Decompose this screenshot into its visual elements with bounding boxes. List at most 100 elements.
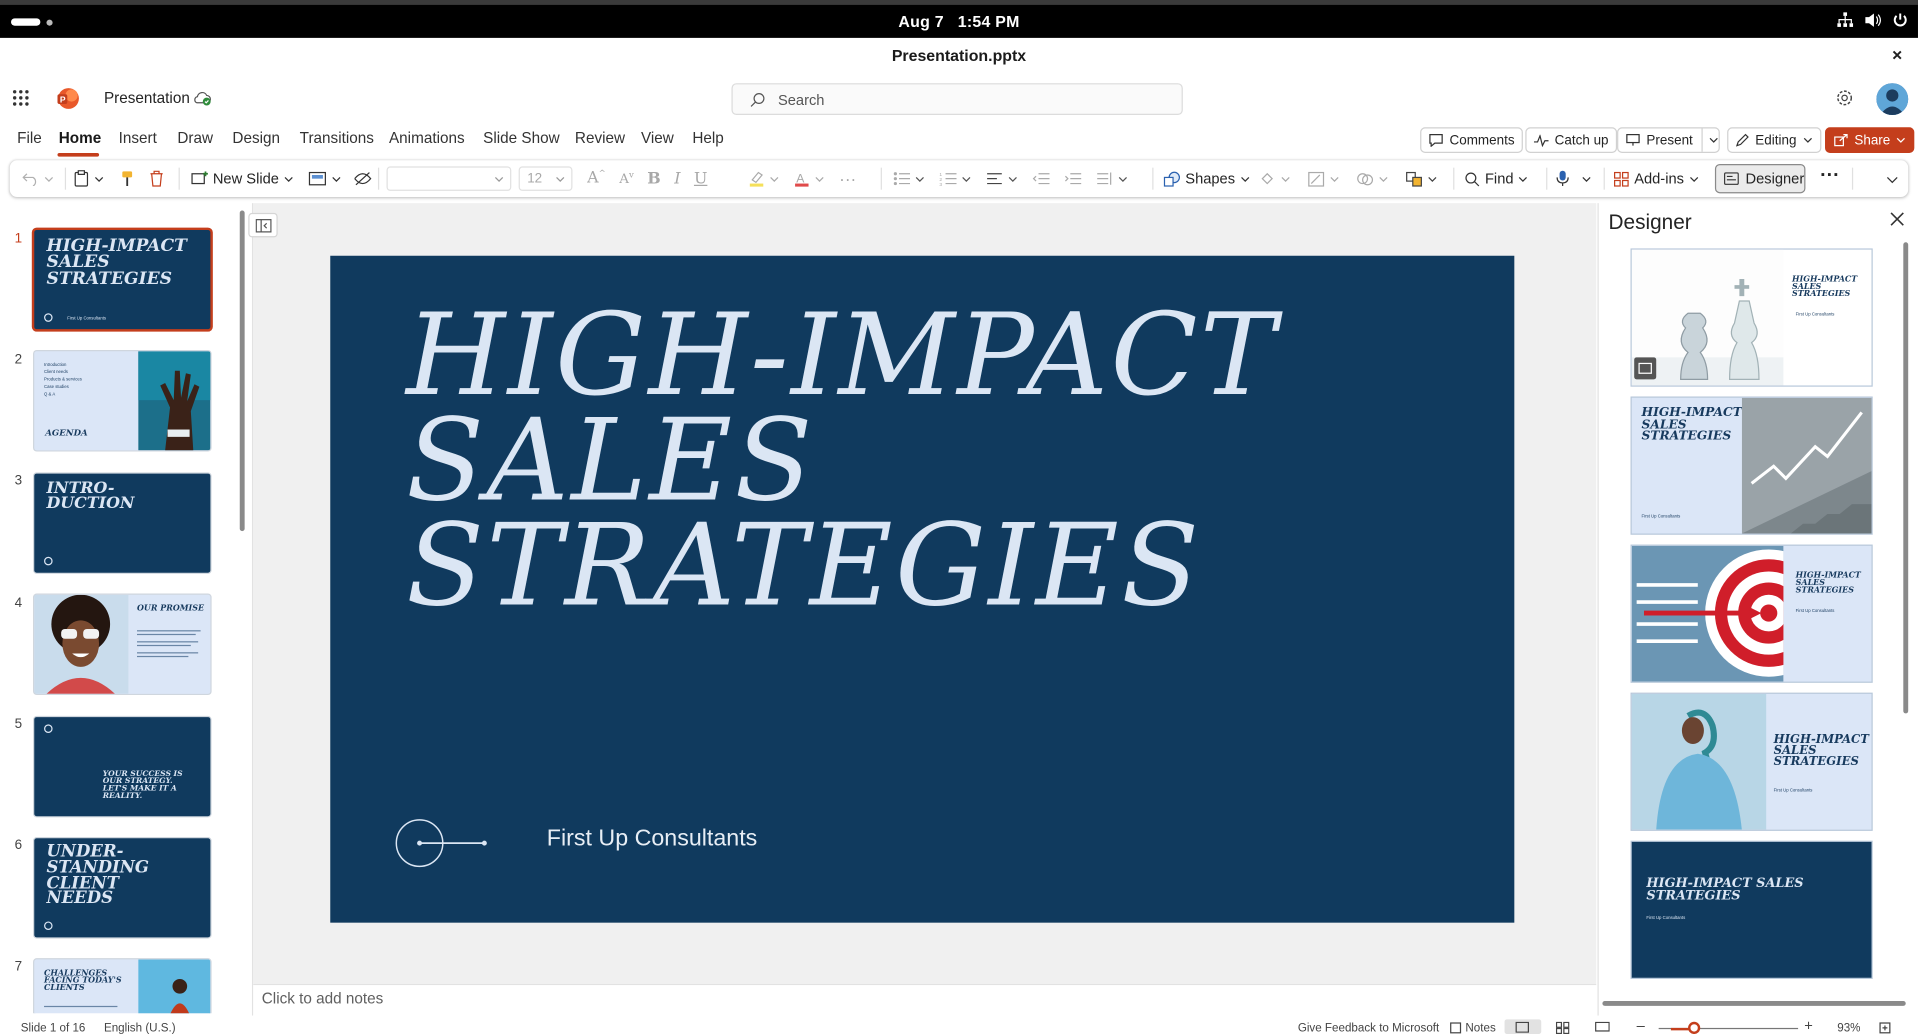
- tab-animations[interactable]: Animations: [389, 130, 465, 147]
- chevron-down-icon[interactable]: [1281, 176, 1291, 182]
- design-option-2[interactable]: HIGH-IMPACT SALES STRATEGIES First Up Co…: [1631, 397, 1872, 534]
- shapes-button[interactable]: Shapes: [1163, 160, 1249, 197]
- editing-mode-button[interactable]: Editing: [1727, 127, 1821, 153]
- zoom-in-icon[interactable]: +: [1804, 1017, 1813, 1034]
- designer-scrollbar[interactable]: [1903, 242, 1909, 714]
- settings-gear-icon[interactable]: [1835, 88, 1855, 108]
- horizontal-scrollbar[interactable]: [1602, 1000, 1906, 1006]
- italic-icon[interactable]: I: [674, 169, 680, 187]
- present-button[interactable]: Present: [1617, 127, 1720, 153]
- user-avatar[interactable]: [1876, 83, 1909, 116]
- tab-design[interactable]: Design: [232, 130, 280, 147]
- zoom-out-icon[interactable]: –: [1637, 1017, 1645, 1034]
- slide-thumbnail-5[interactable]: YOUR SUCCESS IS OUR STRATEGY. LET'S MAKE…: [34, 717, 211, 817]
- font-name-select[interactable]: [386, 166, 512, 191]
- slide-thumbnail-6[interactable]: UNDER-STANDING CLIENT NEEDS: [34, 838, 211, 938]
- cloud-saved-icon[interactable]: [192, 89, 212, 106]
- tab-slide-show[interactable]: Slide Show: [483, 130, 560, 147]
- more-options-icon[interactable]: ···: [1820, 165, 1840, 187]
- app-launcher-icon[interactable]: [12, 89, 29, 106]
- paste-icon[interactable]: [73, 170, 89, 187]
- font-color-icon[interactable]: A: [794, 170, 810, 187]
- close-icon[interactable]: [1890, 212, 1905, 227]
- network-icon[interactable]: [1837, 12, 1854, 28]
- align-icon[interactable]: [986, 171, 1003, 186]
- dictate-button[interactable]: [1556, 160, 1591, 197]
- decrease-font-icon[interactable]: Av: [619, 170, 634, 187]
- find-button[interactable]: Find: [1464, 160, 1528, 197]
- bullets-icon[interactable]: [893, 171, 911, 186]
- fit-slide-icon[interactable]: [1879, 1022, 1891, 1034]
- normal-view-button[interactable]: [1504, 1019, 1542, 1034]
- language-indicator[interactable]: English (U.S.): [104, 1022, 176, 1034]
- slide-thumbnail-2[interactable]: Introduction Client needs Products & servi…: [34, 351, 211, 451]
- tab-file[interactable]: File: [17, 130, 42, 147]
- tab-help[interactable]: Help: [692, 130, 723, 147]
- slide-sorter-icon[interactable]: [1555, 1021, 1570, 1034]
- tab-transitions[interactable]: Transitions: [300, 130, 374, 147]
- current-slide[interactable]: HIGH-IMPACT SALES STRATEGIES First Up Co…: [330, 255, 1515, 923]
- app-title[interactable]: Presentation: [104, 89, 190, 106]
- feedback-link[interactable]: Give Feedback to Microsoft: [1298, 1022, 1439, 1034]
- bold-icon[interactable]: B: [647, 169, 660, 187]
- hide-slide-icon[interactable]: [354, 171, 372, 186]
- tab-insert[interactable]: Insert: [119, 130, 157, 147]
- slide-subtitle[interactable]: First Up Consultants: [547, 826, 758, 853]
- notes-icon[interactable]: [1449, 1022, 1462, 1034]
- chevron-down-icon[interactable]: [1118, 176, 1128, 182]
- chevron-down-icon[interactable]: [1427, 176, 1437, 182]
- tab-home[interactable]: Home: [59, 130, 101, 147]
- shape-outline-icon[interactable]: [1308, 171, 1325, 187]
- collapse-ribbon-icon[interactable]: [1886, 176, 1898, 184]
- design-option-4[interactable]: HIGH-IMPACT SALES STRATEGIES First Up Co…: [1631, 693, 1872, 830]
- tab-review[interactable]: Review: [575, 130, 625, 147]
- layout-icon[interactable]: [308, 171, 326, 186]
- collapse-thumbnails-button[interactable]: [248, 212, 278, 238]
- tab-draw[interactable]: Draw: [177, 130, 213, 147]
- design-option-3[interactable]: HIGH-IMPACT SALES STRATEGIES First Up Co…: [1631, 545, 1872, 682]
- volume-icon[interactable]: [1864, 12, 1881, 28]
- chevron-down-icon[interactable]: [331, 176, 341, 182]
- undo-icon[interactable]: [22, 171, 39, 187]
- shape-fill-icon[interactable]: [1259, 171, 1276, 187]
- zoom-slider-thumb[interactable]: [1688, 1021, 1701, 1034]
- notes-toggle[interactable]: Notes: [1465, 1022, 1495, 1034]
- power-icon[interactable]: [1892, 12, 1908, 28]
- design-option-1[interactable]: HIGH-IMPACT SALES STRATEGIES First Up Co…: [1631, 249, 1872, 386]
- chevron-down-icon[interactable]: [1008, 176, 1018, 182]
- tab-view[interactable]: View: [641, 130, 674, 147]
- slide-title[interactable]: HIGH-IMPACT SALES STRATEGIES: [406, 298, 1278, 622]
- slide-thumbnail-3[interactable]: INTRO-DUCTION: [34, 473, 211, 573]
- increase-font-icon[interactable]: A^: [587, 169, 606, 188]
- font-size-select[interactable]: 12: [518, 166, 573, 191]
- thumbnails-scrollbar[interactable]: [239, 210, 245, 532]
- increase-indent-icon[interactable]: [1064, 171, 1082, 186]
- chevron-down-icon[interactable]: [1330, 176, 1340, 182]
- shape-effects-icon[interactable]: [1357, 171, 1374, 187]
- slide-thumbnail-1[interactable]: HIGH-IMPACT SALES STRATEGIES First Up Co…: [34, 230, 211, 330]
- chevron-down-icon[interactable]: [44, 176, 54, 182]
- chevron-down-icon[interactable]: [915, 176, 925, 182]
- add-ins-button[interactable]: Add-ins: [1613, 160, 1698, 197]
- format-painter-icon[interactable]: [120, 170, 135, 187]
- highlighter-icon[interactable]: [749, 170, 765, 187]
- decrease-indent-icon[interactable]: [1032, 171, 1050, 186]
- design-option-5[interactable]: HIGH-IMPACT SALES STRATEGIES First Up Co…: [1631, 841, 1872, 978]
- chevron-down-icon[interactable]: [815, 176, 825, 182]
- search-box[interactable]: Search: [731, 83, 1183, 116]
- slide-thumbnail-7[interactable]: CHALLENGES FACING TODAY'S CLIENTS: [34, 959, 211, 1014]
- notes-pane[interactable]: Click to add notes: [253, 983, 1597, 1016]
- zoom-level[interactable]: 93%: [1837, 1022, 1860, 1034]
- arrange-icon[interactable]: [1405, 171, 1422, 187]
- designer-button[interactable]: Designer: [1714, 163, 1806, 194]
- share-button[interactable]: Share: [1825, 127, 1915, 153]
- system-clock[interactable]: Aug 7 1:54 PM: [0, 12, 1918, 30]
- line-spacing-icon[interactable]: [1096, 171, 1113, 186]
- chevron-down-icon[interactable]: [961, 176, 971, 182]
- numbering-icon[interactable]: 123: [939, 171, 957, 186]
- slide-thumbnail-4[interactable]: OUR PROMISE: [34, 594, 211, 694]
- close-window-icon[interactable]: [1887, 45, 1907, 65]
- chevron-down-icon[interactable]: [1379, 176, 1389, 182]
- chevron-down-icon[interactable]: [1709, 137, 1719, 143]
- catch-up-button[interactable]: Catch up: [1525, 127, 1618, 153]
